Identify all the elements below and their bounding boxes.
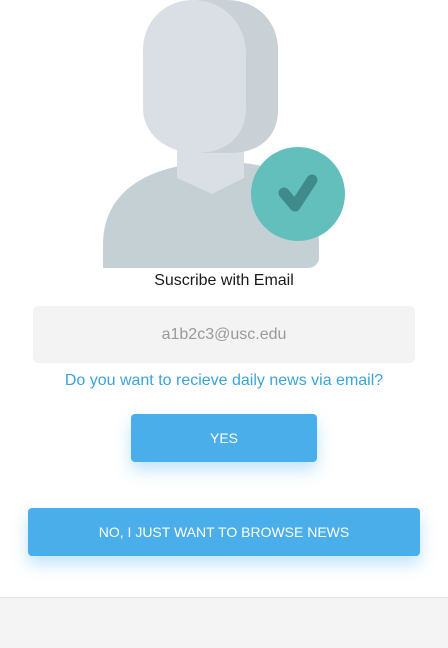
daily-news-question: Do you want to recieve daily news via em… xyxy=(64,372,384,389)
email-field[interactable] xyxy=(33,306,415,363)
user-head-shape xyxy=(143,0,246,153)
user-avatar-illustration xyxy=(103,0,345,268)
subscribe-page: Suscribe with Email Do you want to recie… xyxy=(0,0,448,648)
footer-bar xyxy=(0,597,448,648)
browse-news-button[interactable]: NO, I JUST WANT TO BROWSE NEWS xyxy=(28,508,420,556)
yes-button[interactable]: YES xyxy=(131,414,317,462)
subscribe-title: Suscribe with Email xyxy=(154,272,294,289)
